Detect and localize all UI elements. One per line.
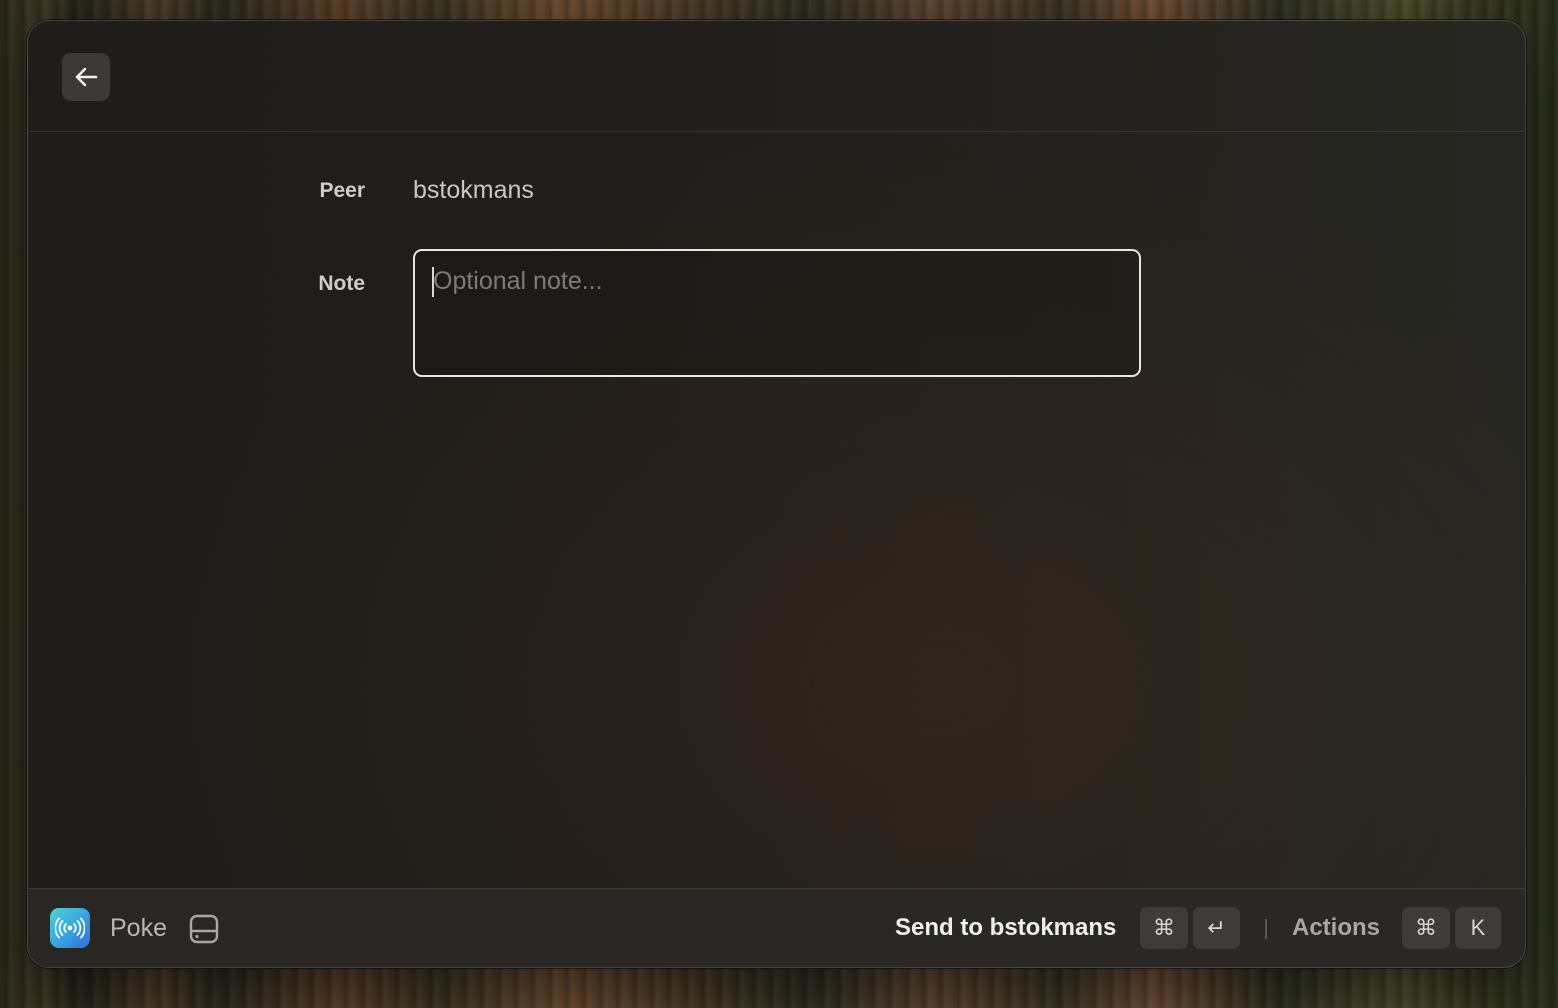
broadcast-icon: [50, 908, 90, 948]
k-key-badge: K: [1455, 907, 1501, 949]
text-caret: [432, 267, 434, 297]
peer-row: Peer bstokmans: [28, 176, 1525, 216]
back-button[interactable]: [62, 53, 110, 101]
app-name: Poke: [110, 914, 167, 942]
note-field[interactable]: [413, 249, 1141, 377]
send-button[interactable]: Send to bstokmans: [895, 914, 1116, 942]
note-label: Note: [318, 272, 365, 295]
action-bar: Poke Send to bstokmans ⌘ ↵ Actions ⌘ K: [28, 888, 1525, 967]
window-header: [28, 21, 1525, 132]
footer-divider: [1265, 919, 1267, 939]
command-key-badge: ⌘: [1402, 907, 1450, 949]
arrow-left-icon: [73, 66, 99, 88]
return-key-badge: ↵: [1193, 907, 1240, 949]
peer-label: Peer: [319, 179, 365, 202]
actions-button[interactable]: Actions: [1292, 914, 1380, 942]
command-window: Peer bstokmans Note Poke: [27, 20, 1526, 968]
peer-value: bstokmans: [413, 176, 534, 204]
command-key-badge: ⌘: [1140, 907, 1188, 949]
hard-drive-icon[interactable]: [189, 914, 219, 949]
note-input[interactable]: [431, 265, 1125, 365]
